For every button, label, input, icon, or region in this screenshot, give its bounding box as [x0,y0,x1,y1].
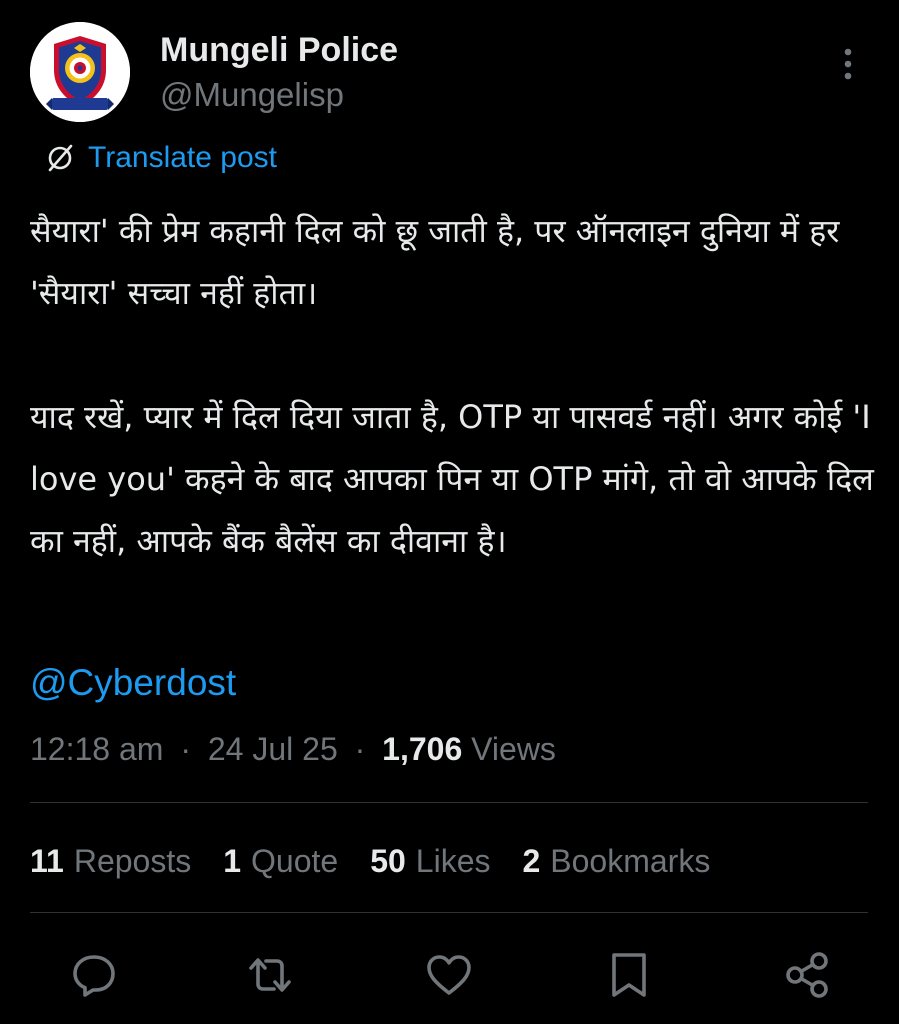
bookmarks-label: Bookmarks [550,843,711,879]
globe-slash-icon [48,144,73,172]
views-label[interactable]: Views [471,731,556,767]
stat-bookmarks[interactable]: 2 Bookmarks [522,838,710,884]
stat-quotes[interactable]: 1 Quote [223,838,338,884]
quotes-label: Quote [251,843,339,879]
views-count[interactable]: 1,706 [382,731,462,767]
bookmark-icon [612,953,646,997]
meta-separator: · [354,731,366,767]
post-text: सैयारा' की प्रेम कहानी दिल को छू जाती है… [30,200,875,572]
post-time: 12:18 am [30,731,164,767]
reply-icon [73,955,115,997]
likes-count: 50 [370,843,406,879]
post-date: 24 Jul 25 [207,731,338,767]
engagement-stats: 11 Reposts 1 Quote 50 Likes 2 Bookmarks [30,838,742,884]
stat-likes[interactable]: 50 Likes [370,838,490,884]
repost-button[interactable] [243,948,297,1002]
mention-link[interactable]: @Cyberdost [30,655,236,711]
reposts-label: Reposts [73,843,192,879]
stat-reposts[interactable]: 11 Reposts [30,838,191,884]
bookmark-button[interactable] [602,948,656,1002]
quotes-count: 1 [223,843,242,879]
police-badge-logo [30,22,130,122]
action-bar [0,948,899,1002]
user-handle[interactable]: @Mungelisp [160,74,344,116]
repost-icon [249,958,291,992]
translate-post-label: Translate post [88,141,277,174]
likes-label: Likes [415,843,491,879]
display-name[interactable]: Mungeli Police [160,28,398,72]
bookmarks-count: 2 [522,843,541,879]
reply-button[interactable] [67,948,121,1002]
divider [30,802,868,803]
share-icon [786,952,828,998]
post-paragraph-1: सैयारा' की प्रेम कहानी दिल को छू जाती है… [30,212,840,312]
divider [30,912,868,913]
avatar[interactable] [30,22,130,122]
post-paragraph-2: याद रखें, प्यार में दिल दिया जाता है, OT… [30,398,874,560]
post-meta: 12:18 am · 24 Jul 25 · 1,706 Views [30,726,556,772]
like-icon [427,955,471,995]
share-button[interactable] [781,948,835,1002]
reposts-count: 11 [30,843,64,879]
translate-post-button[interactable]: Translate post [44,138,277,178]
like-button[interactable] [422,948,476,1002]
more-options-icon[interactable] [836,46,860,86]
meta-separator: · [180,731,191,767]
